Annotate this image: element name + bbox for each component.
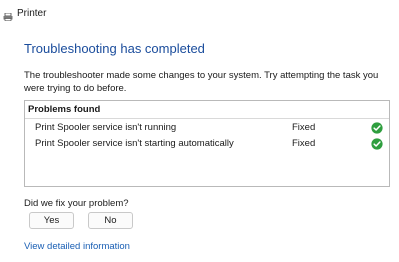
problems-panel: Problems found Print Spooler service isn… (24, 100, 390, 187)
problem-row: Print Spooler service isn't running Fixe… (25, 121, 389, 135)
view-details-link[interactable]: View detailed information (24, 241, 130, 253)
header-divider (25, 118, 389, 119)
printer-icon (3, 8, 13, 22)
check-icon (371, 121, 383, 134)
no-button[interactable]: No (88, 212, 133, 229)
result-description: The troubleshooter made some changes to … (24, 70, 379, 94)
problem-text: Print Spooler service isn't starting aut… (35, 138, 234, 149)
problem-status: Fixed (292, 138, 316, 149)
window-title: Printer (17, 8, 47, 19)
page-title: Troubleshooting has completed (24, 41, 205, 56)
title-bar: Printer (0, 0, 399, 28)
problem-row: Print Spooler service isn't starting aut… (25, 137, 389, 151)
problem-status: Fixed (292, 122, 316, 133)
feedback-question: Did we fix your problem? (24, 198, 129, 209)
yes-button[interactable]: Yes (29, 212, 74, 229)
problems-header: Problems found (28, 104, 101, 115)
problem-text: Print Spooler service isn't running (35, 122, 177, 133)
check-icon (371, 137, 383, 150)
